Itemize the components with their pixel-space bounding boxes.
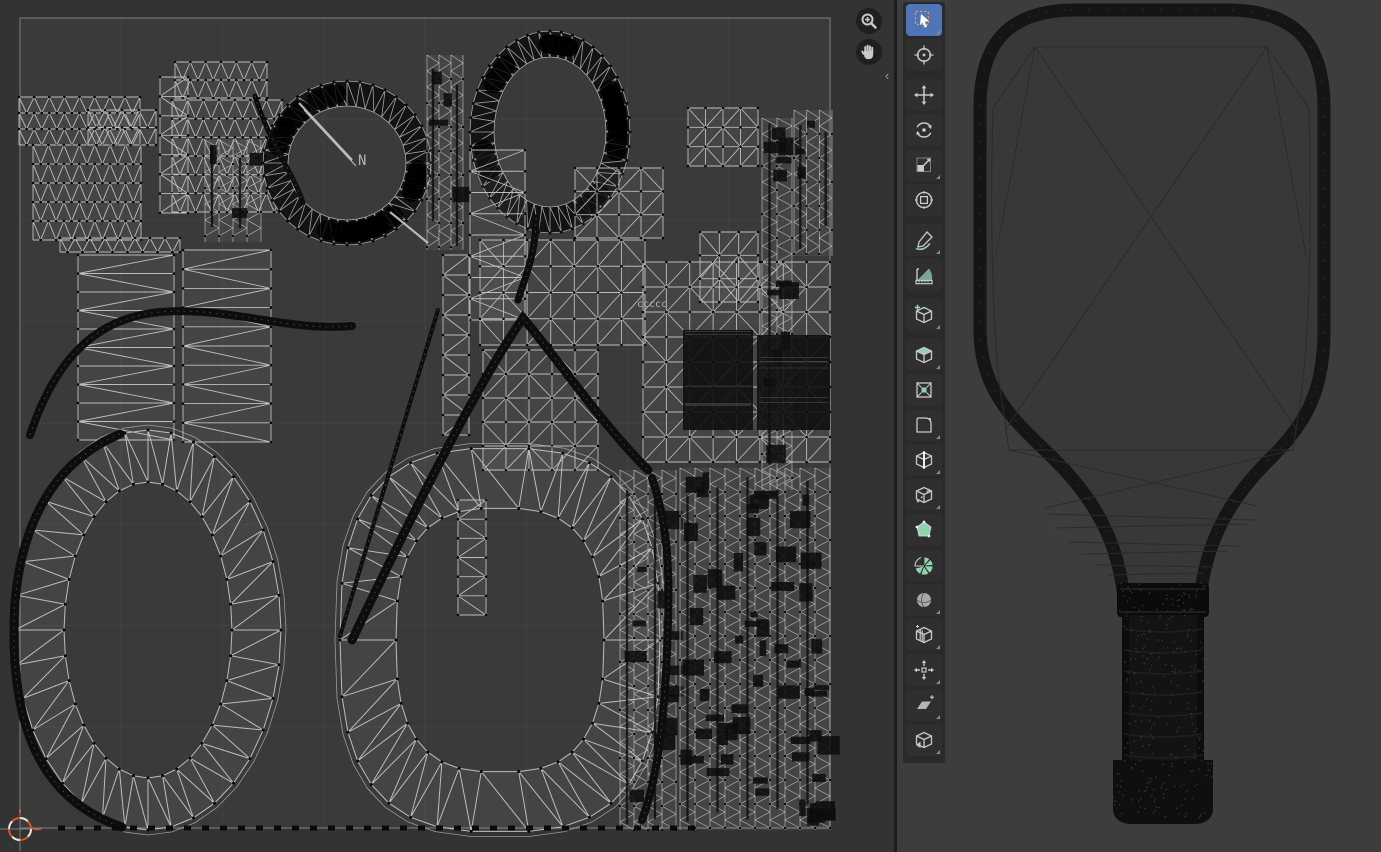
tool-button-rotate[interactable] [906, 114, 942, 146]
subtool-indicator [936, 365, 940, 369]
scale-icon [913, 154, 935, 176]
select-box-icon [913, 9, 935, 31]
tool-button-annotate[interactable] [906, 224, 942, 256]
tool-button-extrude-region[interactable] [906, 339, 942, 371]
tool-button-edge-slide[interactable] [906, 619, 942, 651]
region-collapse-chevron[interactable]: ‹ [881, 66, 893, 86]
tool-button-bevel[interactable] [906, 409, 942, 441]
tool-button-poly-build[interactable] [906, 514, 942, 546]
measure-icon [913, 264, 935, 286]
tool-button-knife[interactable] [906, 479, 942, 511]
tool-button-inset-faces[interactable] [906, 374, 942, 406]
uv-pan-button[interactable] [856, 39, 882, 65]
subtool-indicator [936, 250, 940, 254]
uv-gizmo-overlay [856, 8, 882, 65]
viewport-3d[interactable] [897, 0, 1381, 852]
viewport-canvas[interactable] [897, 0, 1381, 852]
subtool-indicator [936, 470, 940, 474]
subtool-indicator [936, 435, 940, 439]
rip-region-icon [913, 729, 935, 751]
rotate-icon [913, 119, 935, 141]
subtool-indicator [936, 610, 940, 614]
subtool-indicator [936, 750, 940, 754]
subtool-indicator [936, 325, 940, 329]
move-icon [913, 84, 935, 106]
tool-button-smooth[interactable] [906, 584, 942, 616]
paddle-mesh[interactable] [980, 10, 1324, 590]
tool-button-transform[interactable] [906, 184, 942, 216]
tool-button-cursor[interactable] [906, 39, 942, 71]
tool-button-measure[interactable] [906, 259, 942, 291]
tool-button-shrink-fatten[interactable] [906, 654, 942, 686]
cursor-icon [913, 44, 935, 66]
tool-button-loop-cut[interactable] [906, 444, 942, 476]
bevel-icon [913, 414, 935, 436]
transform-icon [913, 189, 935, 211]
loop-cut-icon [913, 449, 935, 471]
add-cube-icon [913, 304, 935, 326]
poly-build-icon [913, 519, 935, 541]
tool-button-move[interactable] [906, 79, 942, 111]
blender-window: Nccccc [0, 0, 1381, 852]
tool-button-select-box[interactable] [906, 4, 942, 36]
svg-text:ccccc: ccccc [637, 299, 667, 310]
tool-button-shear[interactable] [906, 689, 942, 721]
subtool-indicator [936, 645, 940, 649]
subtool-indicator [936, 680, 940, 684]
subtool-indicator [936, 505, 940, 509]
viewport-toolbar [903, 2, 945, 763]
edge-slide-icon [913, 624, 935, 646]
uv-canvas[interactable]: Nccccc [0, 0, 894, 852]
tool-button-rip-region[interactable] [906, 724, 942, 756]
shear-icon [913, 694, 935, 716]
paddle-grip[interactable] [1113, 583, 1213, 824]
annotate-icon [913, 229, 935, 251]
subtool-indicator [936, 175, 940, 179]
spin-icon [913, 554, 935, 576]
extrude-icon [913, 344, 935, 366]
subtool-indicator [936, 30, 940, 34]
hand-icon [858, 41, 880, 63]
magnifier-icon [858, 10, 880, 32]
uv-editor-panel[interactable]: Nccccc [0, 0, 894, 852]
uv-zoom-button[interactable] [856, 8, 882, 34]
subtool-indicator [936, 715, 940, 719]
shrink-fatten-icon [913, 659, 935, 681]
knife-icon [913, 484, 935, 506]
inset-icon [913, 379, 935, 401]
smooth-icon [913, 589, 935, 611]
tool-button-spin[interactable] [906, 549, 942, 581]
svg-text:N: N [358, 153, 366, 169]
tool-button-add-cube[interactable] [906, 299, 942, 331]
tool-button-scale[interactable] [906, 149, 942, 181]
